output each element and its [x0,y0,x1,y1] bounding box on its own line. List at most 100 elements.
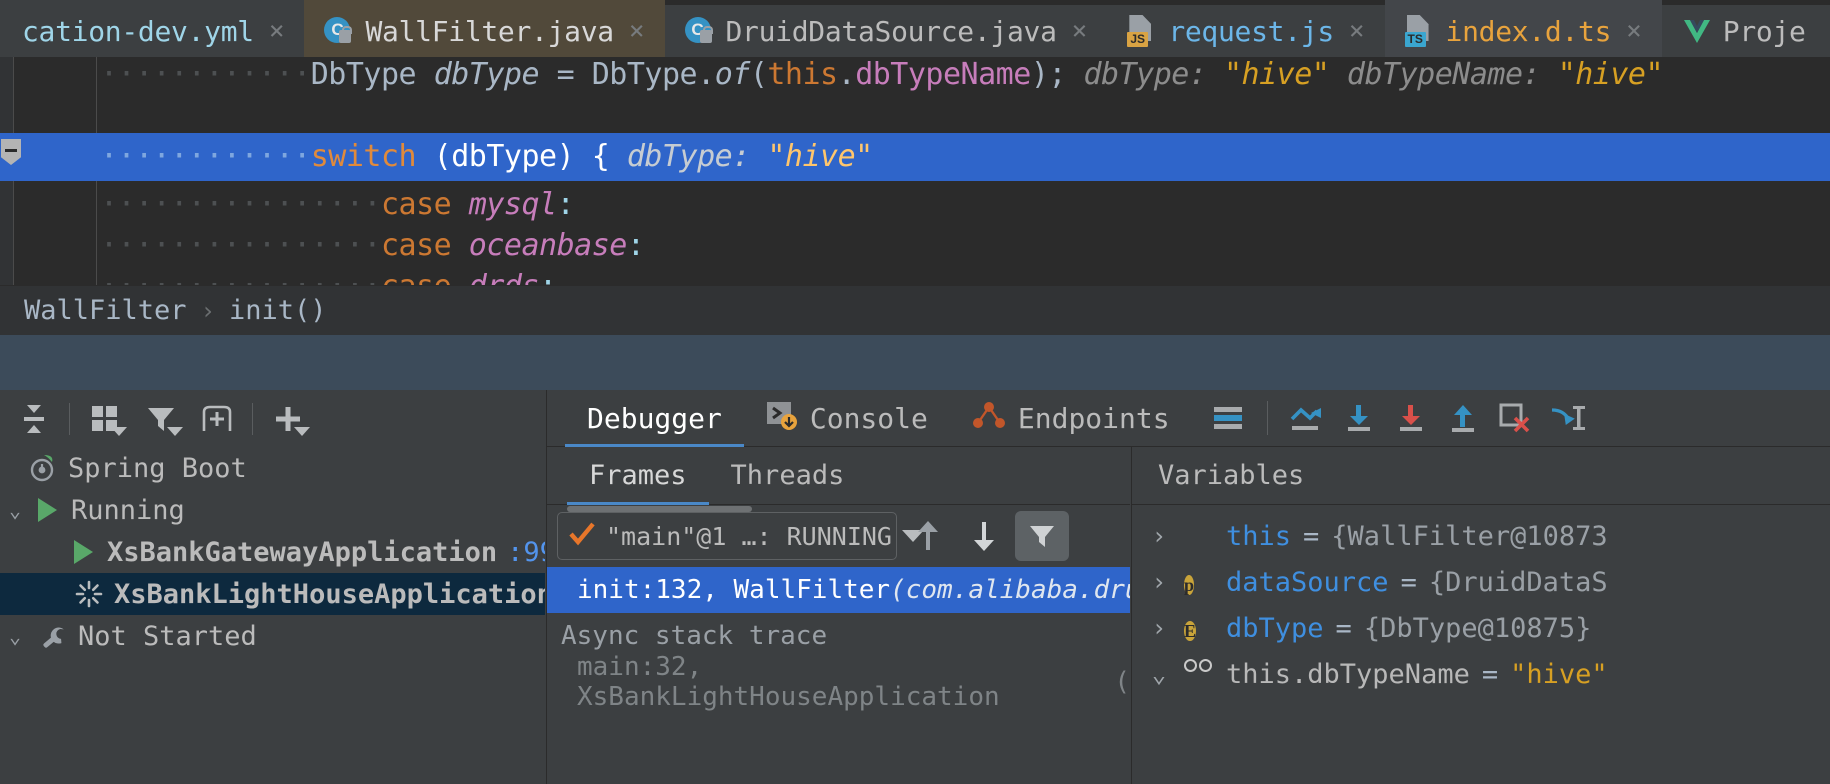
chevron-right-icon[interactable]: › [1146,522,1172,550]
services-tree[interactable]: Spring Boot ⌄ Running XsBankGatewayAppli… [0,447,545,784]
tree-twisty-running[interactable]: ⌄ [2,498,28,522]
add-icon[interactable] [260,390,316,447]
endpoints-icon [972,399,1006,438]
js-badge: JS [1127,32,1148,47]
services-toolbar [0,390,545,448]
expand-collapse-icon[interactable] [6,390,62,447]
breadcrumb-class[interactable]: WallFilter [24,295,187,326]
inlay-hint: dbType: [609,139,768,174]
editor-tab-index-dts[interactable]: TS index.d.ts × [1384,0,1662,57]
editor-tab-wallfilter[interactable]: C WallFilter.java × [304,0,665,57]
token: drds [469,269,540,285]
run-triangle-icon [38,498,57,522]
drop-frame-icon[interactable] [1489,390,1541,447]
variable-equals: = [1335,612,1352,644]
frame-down-icon[interactable] [959,512,1009,560]
tab-debugger[interactable]: Debugger [565,390,744,447]
thread-selector[interactable]: "main"@1 …: RUNNING [557,512,924,560]
chevron-right-icon: › [200,296,216,325]
wrench-icon [38,621,68,651]
variable-row-this[interactable]: › this = {WallFilter@10873 [1132,513,1830,559]
token: . [837,57,856,92]
lock-icon [699,26,713,43]
variable-row-datasource[interactable]: › p dataSource = {DruidDataS [1132,559,1830,605]
editor-tab-request-js[interactable]: JS request.js × [1107,0,1384,57]
indent-guide: ················ [100,269,381,285]
token: DbType [310,57,417,92]
sidebar-item-running[interactable]: ⌄ Running [0,489,545,531]
close-icon[interactable]: × [1072,16,1088,46]
tab-endpoints[interactable]: Endpoints [950,390,1192,447]
variable-value: {DbType@10875} [1363,612,1592,644]
frames-panel[interactable]: "main"@1 …: RUNNING init:132, WallFilter… [546,505,1130,784]
frame-up-icon[interactable] [903,512,953,560]
variable-row-dbtype[interactable]: › E dbType = {DbType@10875} [1132,605,1830,651]
tab-label: Debugger [587,401,722,435]
chevron-down-icon[interactable] [167,427,183,436]
chevron-right-icon[interactable]: › [1146,568,1172,596]
sidebar-item-label: XsBankLightHouseApplication [114,578,545,610]
stack-frame-package: (com.alibaba.drui [890,575,1130,605]
loading-spinner-icon [74,579,104,609]
editor-tab-label: WallFilter.java [365,14,614,48]
variable-row-dbtypename[interactable]: ⌄ this.dbTypeName = "hive" [1132,651,1830,697]
editor-tab-vue-project[interactable]: Proje [1662,0,1826,57]
ftab-frames[interactable]: Frames [567,447,709,505]
async-stack-frame-row[interactable]: main:32, XsBankLightHouseApplication ( [547,652,1130,712]
stack-frame-package: ( [1114,667,1130,697]
step-into-icon[interactable] [1333,390,1385,447]
force-step-into-icon[interactable] [1385,390,1437,447]
token: ); [1030,57,1067,92]
close-icon[interactable]: × [269,16,285,46]
sidebar-item-lighthouse-application[interactable]: XsBankLightHouseApplication [0,573,545,615]
variable-equals: = [1481,658,1499,690]
step-out-icon[interactable] [1437,390,1489,447]
variables-panel-header: Variables [1131,447,1830,505]
run-to-cursor-icon[interactable] [1541,390,1593,447]
tree-twisty-not-started[interactable]: ⌄ [2,624,28,648]
chevron-down-icon[interactable]: ⌄ [1146,660,1172,688]
token: this [767,57,838,92]
group-by-icon[interactable] [77,390,133,447]
variables-panel[interactable]: › this = {WallFilter@10873 › p dataSourc… [1131,505,1830,784]
sidebar-item-spring-boot[interactable]: Spring Boot [0,447,545,489]
close-icon[interactable]: × [1349,16,1365,46]
java-class-icon: C [324,16,354,46]
stack-frame-row[interactable]: init:132, WallFilter (com.alibaba.drui [547,567,1130,613]
ftab-threads[interactable]: Threads [709,447,867,505]
frames-filter-icon[interactable] [1015,511,1069,561]
toolbar-divider [1266,401,1268,435]
close-icon[interactable]: × [629,16,645,46]
sidebar-item-gateway-application[interactable]: XsBankGatewayApplication :9999, [0,531,545,573]
sidebar-item-not-started[interactable]: ⌄ Not Started [0,615,545,657]
intellij-debugger-window: cation-dev.yml × C WallFilter.java × C D… [0,0,1830,784]
console-icon [766,399,798,438]
filter-icon[interactable] [133,390,189,447]
java-class-icon: C [684,16,715,46]
breadcrumb[interactable]: WallFilter › init() [0,285,1830,335]
enum-icon: E [1184,613,1214,643]
tab-console[interactable]: Console [744,390,950,447]
chevron-down-icon[interactable] [294,427,310,436]
add-tab-icon[interactable] [189,390,245,447]
token: dbType [433,57,540,92]
inlay-hint-value: "hive" [1557,57,1664,92]
sidebar-item-label: Not Started [78,620,257,652]
chevron-down-icon[interactable] [111,427,127,436]
breadcrumb-method[interactable]: init() [229,295,327,326]
close-icon[interactable]: × [1626,16,1642,46]
enum-badge: E [1184,621,1197,641]
token: : [556,187,575,222]
layout-settings-icon[interactable] [1202,390,1254,447]
inlay-hint: dbType: [1065,57,1224,92]
token: ( [749,57,768,92]
code-editor[interactable]: ············DbType dbType = DbType.of(th… [0,57,1830,285]
ts-badge: TS [1404,32,1426,47]
step-over-icon[interactable] [1281,390,1333,447]
sidebar-item-label: Running [71,494,185,526]
frames-horizontal-scrollbar[interactable] [567,506,752,512]
chevron-right-icon[interactable]: › [1146,614,1172,642]
editor-tab-yaml[interactable]: cation-dev.yml × [0,0,305,57]
editor-tab-druiddatasource[interactable]: C DruidDataSource.java × [665,0,1108,57]
